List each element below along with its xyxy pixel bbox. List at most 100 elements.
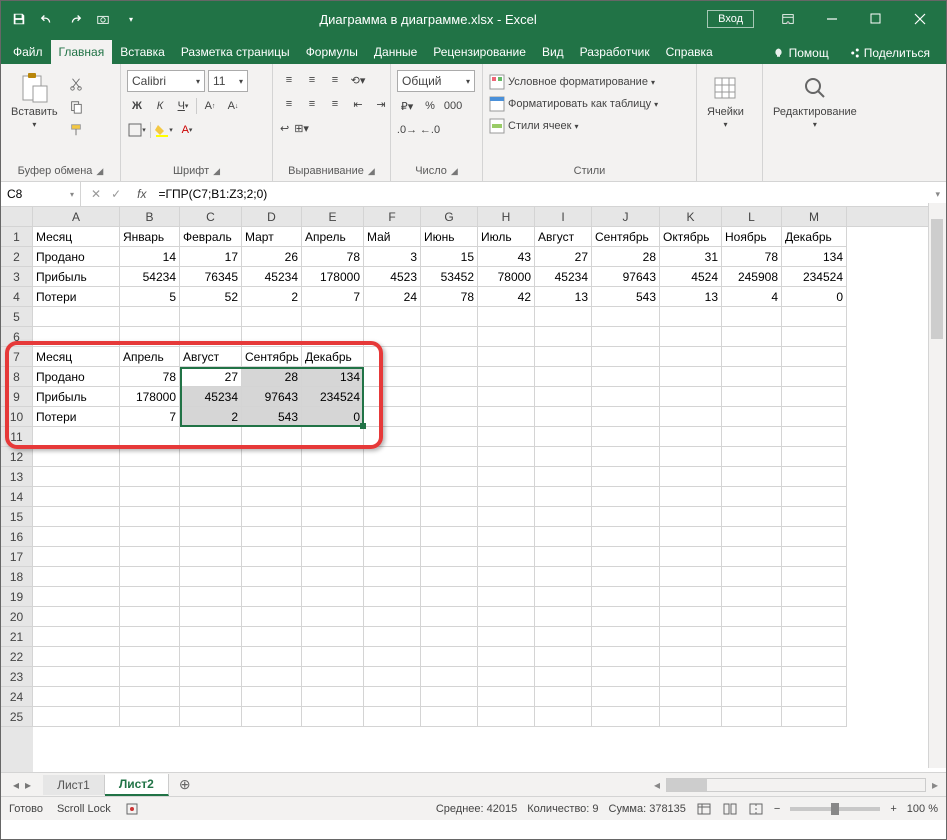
cell[interactable] — [782, 507, 847, 527]
col-header-J[interactable]: J — [592, 207, 660, 226]
align-top-icon[interactable]: ≡ — [279, 70, 299, 90]
cell[interactable] — [33, 627, 120, 647]
cell[interactable] — [535, 647, 592, 667]
zoom-out-icon[interactable]: − — [774, 803, 780, 815]
cell[interactable]: 234524 — [782, 267, 847, 287]
cell[interactable] — [722, 487, 782, 507]
cell[interactable] — [592, 687, 660, 707]
cell[interactable]: Декабрь — [302, 347, 364, 367]
cell[interactable]: 78 — [120, 367, 180, 387]
cell[interactable] — [535, 387, 592, 407]
cell[interactable] — [592, 387, 660, 407]
cell[interactable] — [478, 707, 535, 727]
cell[interactable] — [302, 567, 364, 587]
cell[interactable] — [242, 467, 302, 487]
cell[interactable] — [120, 607, 180, 627]
cell[interactable] — [782, 407, 847, 427]
cell[interactable] — [120, 587, 180, 607]
cell[interactable] — [364, 667, 421, 687]
cell[interactable] — [364, 467, 421, 487]
cell[interactable] — [722, 587, 782, 607]
cell[interactable]: Февраль — [180, 227, 242, 247]
cell[interactable] — [364, 707, 421, 727]
cell[interactable] — [421, 627, 478, 647]
save-icon[interactable] — [11, 11, 27, 27]
cell[interactable] — [120, 487, 180, 507]
cell[interactable]: 178000 — [120, 387, 180, 407]
cell[interactable] — [33, 307, 120, 327]
cell[interactable]: 31 — [660, 247, 722, 267]
view-page-break-icon[interactable] — [748, 802, 764, 816]
cell[interactable] — [782, 387, 847, 407]
merge-cells-icon[interactable]: ⊞▾ — [293, 118, 310, 138]
cell[interactable]: Апрель — [120, 347, 180, 367]
align-left-icon[interactable]: ≡ — [279, 94, 299, 114]
cell[interactable] — [478, 667, 535, 687]
cell[interactable]: Сентябрь — [592, 227, 660, 247]
select-all-corner[interactable] — [1, 207, 33, 226]
cell[interactable] — [660, 447, 722, 467]
tell-me[interactable]: Помощ — [766, 42, 837, 64]
cell[interactable] — [302, 467, 364, 487]
cell[interactable] — [421, 407, 478, 427]
cell[interactable] — [180, 327, 242, 347]
cell[interactable] — [660, 347, 722, 367]
cell[interactable] — [535, 467, 592, 487]
cell[interactable] — [120, 327, 180, 347]
cell[interactable]: 5 — [120, 287, 180, 307]
fx-icon[interactable]: fx — [131, 187, 152, 201]
col-header-H[interactable]: H — [478, 207, 535, 226]
cell[interactable] — [535, 687, 592, 707]
cell[interactable]: 45234 — [180, 387, 242, 407]
increase-font-icon[interactable]: A↑ — [200, 96, 220, 116]
cell[interactable] — [722, 427, 782, 447]
cell[interactable] — [660, 467, 722, 487]
login-button[interactable]: Вход — [707, 10, 754, 28]
row-header-22[interactable]: 22 — [1, 647, 33, 667]
fill-color-button[interactable]: ▾ — [154, 120, 174, 140]
cell[interactable] — [478, 607, 535, 627]
cell[interactable] — [592, 567, 660, 587]
col-header-K[interactable]: K — [660, 207, 722, 226]
font-size-combo[interactable]: 11▾ — [208, 70, 248, 92]
cell[interactable] — [33, 467, 120, 487]
cell[interactable] — [722, 687, 782, 707]
enter-formula-icon[interactable]: ✓ — [111, 187, 121, 201]
cell[interactable] — [364, 407, 421, 427]
cell[interactable] — [478, 487, 535, 507]
bold-button[interactable]: Ж — [127, 96, 147, 116]
row-header-7[interactable]: 7 — [1, 347, 33, 367]
cell[interactable] — [120, 507, 180, 527]
cell[interactable]: 15 — [421, 247, 478, 267]
cell[interactable]: 78 — [722, 247, 782, 267]
cell[interactable]: 14 — [120, 247, 180, 267]
cell[interactable] — [592, 347, 660, 367]
cell[interactable] — [592, 407, 660, 427]
cell[interactable] — [535, 487, 592, 507]
cell[interactable]: 4524 — [660, 267, 722, 287]
row-header-4[interactable]: 4 — [1, 287, 33, 307]
cell[interactable] — [364, 367, 421, 387]
editing-button[interactable]: Редактирование ▾ — [769, 70, 861, 131]
cell[interactable] — [120, 627, 180, 647]
cell[interactable] — [33, 487, 120, 507]
cell[interactable] — [592, 307, 660, 327]
col-header-B[interactable]: B — [120, 207, 180, 226]
cell[interactable] — [535, 327, 592, 347]
align-center-icon[interactable]: ≡ — [302, 94, 322, 114]
cell[interactable] — [478, 367, 535, 387]
cell[interactable]: 13 — [535, 287, 592, 307]
cell[interactable] — [722, 627, 782, 647]
increase-indent-icon[interactable]: ⇥ — [371, 94, 391, 114]
cell[interactable]: Март — [242, 227, 302, 247]
row-header-12[interactable]: 12 — [1, 447, 33, 467]
cell[interactable] — [478, 627, 535, 647]
comma-icon[interactable]: 000 — [443, 96, 463, 116]
increase-decimal-icon[interactable]: .0→ — [397, 120, 417, 140]
col-header-A[interactable]: A — [33, 207, 120, 226]
col-header-M[interactable]: M — [782, 207, 847, 226]
cell[interactable]: Продано — [33, 247, 120, 267]
col-header-F[interactable]: F — [364, 207, 421, 226]
cell[interactable]: Прибыль — [33, 387, 120, 407]
cell[interactable] — [302, 427, 364, 447]
